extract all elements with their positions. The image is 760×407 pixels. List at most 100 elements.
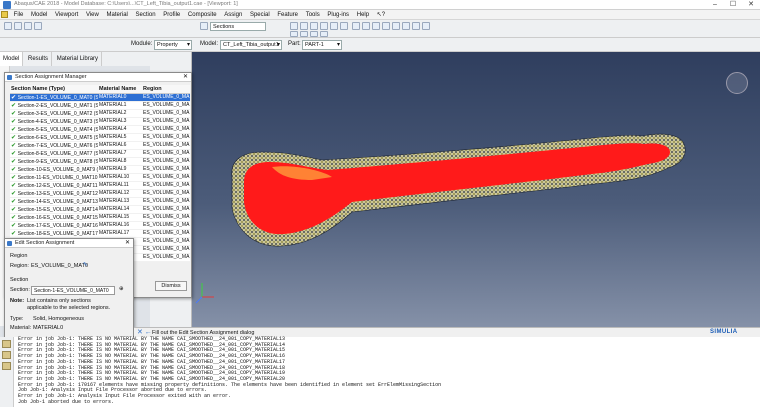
close-icon[interactable]: ✕	[183, 73, 188, 80]
minimize-button[interactable]: –	[706, 0, 724, 10]
dismiss-button[interactable]: Dismiss	[155, 281, 187, 291]
open-icon[interactable]	[14, 22, 22, 30]
maximize-button[interactable]: ☐	[724, 0, 742, 10]
select-arrow-icon[interactable]	[290, 31, 298, 37]
menu-view[interactable]: View	[83, 10, 102, 20]
table-row[interactable]: ✔ Section-12-ES_VOLUME_0_MAT11 (So MATERI…	[10, 181, 190, 190]
hidden-line-icon[interactable]	[402, 22, 410, 30]
table-row[interactable]: ✔ Section-2-ES_VOLUME_0_MAT1 (Solic MATER…	[10, 101, 190, 110]
table-row[interactable]: ✔ Section-9-ES_VOLUME_0_MAT8 (Solic MATER…	[10, 157, 190, 166]
top-view-icon[interactable]	[372, 22, 380, 30]
pan-icon[interactable]	[290, 22, 298, 30]
menu-help[interactable]: Help	[354, 10, 372, 20]
front-view-icon[interactable]	[352, 22, 360, 30]
check-icon[interactable]: ✔	[11, 119, 18, 125]
edit-region-icon[interactable]: ✎	[83, 262, 88, 268]
print-icon[interactable]	[34, 22, 42, 30]
menu-file[interactable]: File	[11, 10, 27, 20]
table-row[interactable]: ✔ Section-16-ES_VOLUME_0_MAT15 (SoMATERI…	[10, 213, 190, 222]
iso-view-icon[interactable]	[382, 22, 390, 30]
table-row[interactable]: ✔ Section-13-ES_VOLUME_0_MAT12 (SoMATERI…	[10, 189, 190, 198]
tab-model[interactable]: Model	[0, 52, 24, 66]
check-icon[interactable]: ✔	[11, 167, 18, 173]
table-row[interactable]: ✔ Section-11-ES_VOLUME_0_MAT10 (So MATERI…	[10, 173, 190, 182]
section-name-cell: ✔ Section-5-ES_VOLUME_0_MAT4 (Solic	[10, 125, 98, 134]
section-select[interactable]: Sections	[210, 22, 266, 31]
message-area[interactable]: Error in job Job-1: THERE IS NO MATERIAL…	[14, 336, 760, 407]
zoom-box-icon[interactable]	[320, 22, 328, 30]
check-icon[interactable]: ✔	[11, 215, 18, 221]
menu-feature[interactable]: Feature	[274, 10, 301, 20]
table-row[interactable]: ✔ Section-10-ES_VOLUME_0_MAT9 (Sol MATERI…	[10, 165, 190, 174]
table-row[interactable]: ✔ Section-14-ES_VOLUME_0_MAT13 (SoMATERI…	[10, 197, 190, 206]
menu-assign[interactable]: Assign	[221, 10, 245, 20]
table-row[interactable]: ✔ Section-3-ES_VOLUME_0_MAT2 (Solic MATER…	[10, 109, 190, 118]
create-section-icon[interactable]: ⊕	[119, 286, 124, 292]
cycle-views-icon[interactable]	[340, 22, 348, 30]
table-row[interactable]: ✔ Section-7-ES_VOLUME_0_MAT6 (Solic MATER…	[10, 141, 190, 150]
check-icon[interactable]: ✔	[11, 191, 18, 197]
view-orientation-triad[interactable]	[726, 72, 748, 94]
section-manager-icon[interactable]	[200, 22, 208, 30]
new-icon[interactable]	[4, 22, 12, 30]
table-row[interactable]: ✔ Section-1-ES_VOLUME_0_MAT0 (Solid MATER…	[10, 93, 190, 102]
menu-tools[interactable]: Tools	[303, 10, 323, 20]
check-icon[interactable]: ✔	[11, 207, 18, 213]
kernel-command-icon[interactable]	[2, 351, 11, 359]
menu-plugins[interactable]: Plug-ins	[324, 10, 352, 20]
rotate-icon[interactable]	[300, 22, 308, 30]
mesh-icon[interactable]	[422, 22, 430, 30]
check-icon[interactable]: ✔	[11, 199, 18, 205]
close-button[interactable]: ✕	[742, 0, 760, 10]
table-row[interactable]: ✔ Section-6-ES_VOLUME_0_MAT5 (Solic MATER…	[10, 133, 190, 142]
section-name-text: Section-2-ES_VOLUME_0_MAT1 (Solic	[17, 102, 98, 109]
viewport[interactable]	[192, 52, 760, 327]
check-icon[interactable]: ✔	[11, 159, 18, 165]
part-select[interactable]: PART-1	[302, 40, 342, 50]
wireframe-icon[interactable]	[392, 22, 400, 30]
menu-material[interactable]: Material	[104, 10, 131, 20]
module-select[interactable]: Property	[154, 40, 192, 50]
section-select[interactable]: Section-1-ES_VOLUME_0_MAT0	[31, 286, 115, 295]
replace-icon[interactable]	[320, 31, 328, 37]
clear-messages-icon[interactable]	[2, 362, 11, 370]
check-icon[interactable]: ✔	[11, 151, 18, 157]
check-icon[interactable]: ✔	[11, 95, 18, 101]
check-icon[interactable]: ✔	[11, 111, 18, 117]
check-icon[interactable]: ✔	[11, 183, 18, 189]
table-row[interactable]: ✔ Section-17-ES_VOLUME_0_MAT16 (SoMATERI…	[10, 221, 190, 230]
fit-view-icon[interactable]	[330, 22, 338, 30]
table-row[interactable]: ✔ Section-15-ES_VOLUME_0_MAT14 (SoMATERI…	[10, 205, 190, 214]
menu-composite[interactable]: Composite	[185, 10, 220, 20]
table-row[interactable]: ✔ Section-5-ES_VOLUME_0_MAT4 (Solic MATER…	[10, 125, 190, 134]
shaded-icon[interactable]	[412, 22, 420, 30]
model-select[interactable]: CT_Left_Tibia_output1	[220, 40, 282, 50]
message-area-icon[interactable]	[2, 340, 11, 348]
close-icon[interactable]: ✕	[125, 239, 130, 246]
region-cell: ES_VOLUME_0_MA	[142, 245, 190, 254]
check-icon[interactable]: ✔	[11, 143, 18, 149]
region-cell: ES_VOLUME_0_MA	[142, 173, 190, 182]
tab-results[interactable]: Results	[25, 52, 53, 66]
check-icon[interactable]: ✔	[11, 231, 18, 237]
check-icon[interactable]: ✔	[11, 175, 18, 181]
tab-material-library[interactable]: Material Library	[54, 52, 103, 66]
check-icon[interactable]: ✔	[11, 127, 18, 133]
check-icon[interactable]: ✔	[11, 223, 18, 229]
menu-viewport[interactable]: Viewport	[52, 10, 81, 20]
table-row[interactable]: ✔ Section-4-ES_VOLUME_0_MAT3 (Solic MATER…	[10, 117, 190, 126]
display-group-icon[interactable]	[310, 31, 318, 37]
menu-section[interactable]: Section	[133, 10, 159, 20]
check-icon[interactable]: ✔	[11, 135, 18, 141]
menu-special[interactable]: Special	[247, 10, 273, 20]
magnify-icon[interactable]	[310, 22, 318, 30]
table-row[interactable]: ✔ Section-8-ES_VOLUME_0_MAT7 (Solic MATER…	[10, 149, 190, 158]
query-icon[interactable]	[300, 31, 308, 37]
table-row[interactable]: ✔ Section-18-ES_VOLUME_0_MAT17 (SoMATERI…	[10, 229, 190, 238]
check-icon[interactable]: ✔	[11, 103, 18, 109]
menu-profile[interactable]: Profile	[160, 10, 183, 20]
back-view-icon[interactable]	[362, 22, 370, 30]
context-help-icon[interactable]: ↖?	[374, 10, 388, 20]
save-icon[interactable]	[24, 22, 32, 30]
menu-model[interactable]: Model	[28, 10, 50, 20]
